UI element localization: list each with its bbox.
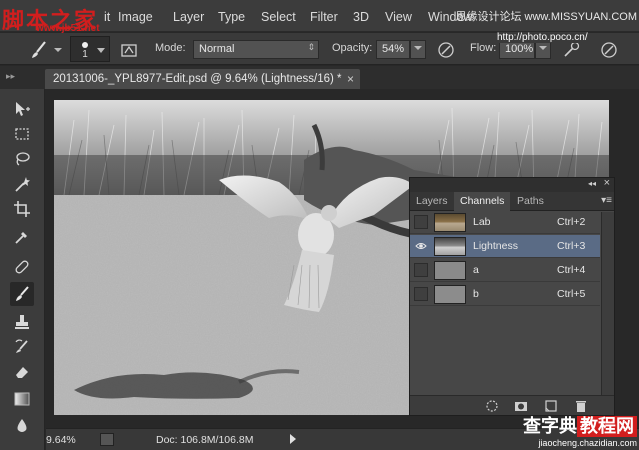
status-menu-arrow-icon[interactable] [289, 434, 297, 447]
channel-shortcut: Ctrl+2 [557, 216, 586, 228]
watermark-bottom-prefix: 查字典 [523, 416, 577, 437]
visibility-toggle[interactable] [414, 263, 428, 277]
panel-menu-icon[interactable]: ▾≡ [601, 195, 612, 206]
document-title: 20131006-_YPL8977-Edit.psd @ 9.64% (Ligh… [53, 73, 342, 85]
watermark-bottom-highlight: 教程网 [577, 416, 637, 437]
channel-row-b[interactable]: b Ctrl+5 [410, 283, 600, 306]
load-selection-icon[interactable] [485, 399, 499, 413]
clone-stamp-icon[interactable] [10, 310, 34, 334]
opacity-dropdown[interactable] [410, 40, 426, 59]
chevron-down-icon[interactable] [52, 39, 64, 61]
tab-channels[interactable]: Channels [454, 192, 511, 211]
lasso-tool-icon[interactable] [10, 147, 34, 171]
brush-size-value: 1 [82, 49, 88, 60]
updown-icon: ⇕ [307, 42, 315, 52]
menu-3d[interactable]: 3D [353, 10, 369, 24]
visibility-toggle[interactable] [414, 287, 428, 301]
brush-preset-picker[interactable]: 1 [70, 36, 110, 62]
channels-panel: ◂◂ × Layers Channels Paths ▾≡ Lab Ctrl+2… [409, 177, 615, 416]
channel-thumbnail [434, 237, 466, 256]
channel-name: Lightness [473, 240, 518, 252]
panel-tabs: Layers Channels Paths ▾≡ [410, 192, 614, 211]
eyedropper-icon[interactable] [10, 225, 34, 249]
brush-panel-toggle-icon[interactable] [118, 39, 140, 61]
channel-shortcut: Ctrl+4 [557, 264, 586, 276]
opacity-value: 54% [382, 43, 405, 55]
channel-row-a[interactable]: a Ctrl+4 [410, 259, 600, 282]
magic-wand-icon[interactable] [10, 172, 34, 196]
flow-value: 100% [505, 43, 534, 55]
channel-name: a [473, 264, 479, 276]
menu-view[interactable]: View [385, 10, 412, 24]
tab-paths[interactable]: Paths [517, 195, 544, 207]
panel-collapse-icon[interactable]: ◂◂ [588, 179, 596, 188]
brush-tool-icon[interactable] [10, 282, 34, 306]
channel-thumbnail [434, 261, 466, 280]
channel-name: Lab [473, 216, 491, 228]
gradient-tool-icon[interactable] [10, 387, 34, 411]
menu-layer[interactable]: Layer [173, 10, 204, 24]
watermark-bottom-title: 查字典 教程网 [523, 412, 637, 438]
channel-thumbnail [434, 213, 466, 232]
history-brush-icon[interactable] [10, 335, 34, 359]
opacity-label: Opacity: [332, 42, 373, 54]
document-tab-strip: ▸▸ 20131006-_YPL8977-Edit.psd @ 9.64% (L… [0, 66, 639, 89]
mode-value: Normal [199, 43, 235, 55]
pressure-opacity-icon[interactable] [435, 39, 457, 61]
tools-panel [0, 89, 45, 450]
collapse-icon[interactable]: ▸▸ [6, 71, 15, 82]
tab-layers[interactable]: Layers [416, 195, 448, 207]
watermark-bottom: 查字典 教程网 jiaocheng.chazidian.com [523, 412, 637, 448]
document-info-icon[interactable] [100, 433, 114, 446]
panel-close-icon[interactable]: × [604, 177, 610, 189]
blur-tool-icon[interactable] [10, 414, 34, 438]
menu-bar: 脚本之家 www.jb51.net it Image Layer Type Se… [0, 0, 639, 34]
healing-brush-icon[interactable] [10, 255, 34, 279]
flow-label: Flow: [470, 42, 497, 54]
menu-image[interactable]: Image [118, 10, 153, 24]
channel-name: b [473, 288, 479, 300]
brush-tool-icon[interactable] [28, 39, 50, 61]
save-selection-icon[interactable] [514, 399, 528, 413]
watermark-forum: 思缘设计论坛 www.MISSYUAN.COM [455, 11, 637, 23]
visibility-toggle[interactable] [414, 215, 428, 229]
eye-icon[interactable] [414, 239, 428, 253]
channel-row-lab[interactable]: Lab Ctrl+2 [410, 211, 600, 234]
mode-select[interactable]: Normal ⇕ [193, 40, 319, 59]
menu-select[interactable]: Select [261, 10, 296, 24]
marquee-tool-icon[interactable] [10, 122, 34, 146]
channel-row-lightness[interactable]: Lightness Ctrl+3 [410, 235, 600, 258]
options-bar: 1 Mode: Normal ⇕ Opacity: 54% Flow: 100%… [0, 32, 639, 65]
zoom-level[interactable]: 9.64% [46, 434, 76, 446]
eraser-icon[interactable] [10, 360, 34, 384]
move-tool-icon[interactable] [10, 97, 34, 121]
mode-label: Mode: [155, 42, 186, 54]
opacity-field[interactable]: 54% [376, 40, 410, 59]
crop-tool-icon[interactable] [10, 197, 34, 221]
close-icon[interactable]: × [347, 72, 354, 86]
new-channel-icon[interactable] [544, 399, 558, 413]
menu-type[interactable]: Type [218, 10, 245, 24]
trash-icon[interactable] [574, 399, 588, 413]
channel-shortcut: Ctrl+5 [557, 288, 586, 300]
channel-shortcut: Ctrl+3 [557, 240, 586, 252]
document-tab[interactable]: 20131006-_YPL8977-Edit.psd @ 9.64% (Ligh… [45, 69, 360, 89]
menu-filter[interactable]: Filter [310, 10, 338, 24]
menu-edit[interactable]: it [104, 10, 110, 24]
watermark-bottom-url: jiaocheng.chazidian.com [538, 438, 637, 448]
pressure-size-icon[interactable] [598, 39, 620, 61]
document-size: Doc: 106.8M/106.8M [156, 434, 254, 446]
panel-header: ◂◂ × [410, 177, 614, 192]
photo-url-watermark: http://photo.poco.cn/ [497, 32, 588, 43]
channel-thumbnail [434, 285, 466, 304]
panel-scrollbar[interactable] [601, 212, 614, 396]
